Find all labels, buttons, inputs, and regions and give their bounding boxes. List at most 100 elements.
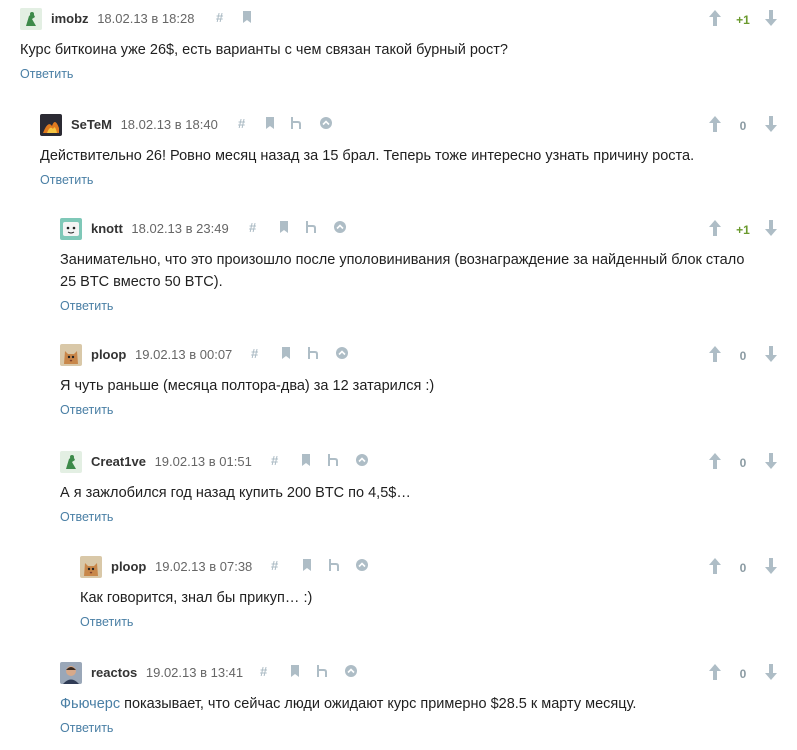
upvote-arrow-icon[interactable] [708, 115, 722, 133]
downvote-arrow-icon[interactable] [764, 115, 778, 133]
downvote-arrow-icon[interactable] [764, 557, 778, 575]
bookmark-icon[interactable] [290, 664, 300, 678]
hash-icon[interactable]: # [249, 220, 256, 236]
avatar[interactable] [60, 451, 82, 473]
reply-link[interactable]: Ответить [60, 403, 797, 417]
reply-link[interactable]: Ответить [60, 510, 797, 524]
avatar[interactable] [60, 662, 82, 684]
comment-text: Фьючерс показывает, что сейчас люди ожид… [60, 693, 797, 715]
comment-score: 0 [739, 667, 747, 681]
avatar[interactable] [60, 218, 82, 240]
comment-text: Занимательно, что это произошло после уп… [60, 252, 745, 290]
parent-comment-icon[interactable] [327, 453, 339, 467]
avatar[interactable] [40, 114, 62, 136]
expand-branch-icon[interactable] [344, 664, 358, 678]
hash-icon[interactable]: # [251, 346, 258, 362]
timestamp[interactable]: 19.02.13 в 07:38 [155, 559, 252, 574]
vote-controls: +1 [708, 9, 778, 29]
comment-text: Как говорится, знал бы прикуп… :) [80, 590, 313, 606]
expand-branch-icon[interactable] [335, 346, 349, 360]
vote-controls: 0 [708, 557, 778, 577]
comment-meta: reactos 19.02.13 в 13:41 # 0 [60, 661, 797, 685]
username[interactable]: imobz [51, 11, 89, 26]
reply-link[interactable]: Ответить [40, 173, 797, 187]
comment-meta: Creat1ve 19.02.13 в 01:51 # 0 [60, 450, 797, 474]
expand-branch-icon[interactable] [355, 558, 369, 572]
bookmark-icon[interactable] [302, 558, 312, 572]
comment-user-line: ploop 19.02.13 в 00:07 [91, 347, 232, 362]
hash-icon[interactable]: # [271, 453, 278, 469]
username[interactable]: Creat1ve [91, 454, 146, 469]
downvote-arrow-icon[interactable] [764, 9, 778, 27]
bookmark-icon[interactable] [301, 453, 311, 467]
vote-controls: +1 [708, 219, 778, 239]
comment-user-line: SeTeM 18.02.13 в 18:40 [71, 117, 218, 132]
comment-text: А я зажлобился год назад купить 200 BTC … [60, 485, 411, 501]
timestamp[interactable]: 19.02.13 в 00:07 [135, 347, 232, 362]
vote-controls: 0 [708, 663, 778, 683]
hash-icon[interactable]: # [216, 10, 223, 26]
upvote-arrow-icon[interactable] [708, 452, 722, 470]
username[interactable]: ploop [91, 347, 126, 362]
comment-user-line: imobz 18.02.13 в 18:28 [51, 11, 194, 26]
parent-comment-icon[interactable] [305, 220, 317, 234]
futures-link[interactable]: Фьючерс [60, 696, 120, 712]
username[interactable]: reactos [91, 665, 137, 680]
avatar[interactable] [20, 8, 42, 30]
downvote-arrow-icon[interactable] [764, 219, 778, 237]
reply-link[interactable]: Ответить [20, 67, 797, 81]
upvote-arrow-icon[interactable] [708, 9, 722, 27]
comment: ploop 19.02.13 в 07:38 # 0 Как говорится… [80, 555, 797, 629]
comment-score: 0 [739, 456, 747, 470]
comment-meta: knott 18.02.13 в 23:49 # +1 [60, 217, 797, 241]
timestamp[interactable]: 18.02.13 в 18:28 [97, 11, 194, 26]
timestamp[interactable]: 18.02.13 в 18:40 [121, 117, 218, 132]
comment: knott 18.02.13 в 23:49 # +1 Занимательно… [60, 217, 797, 313]
comment-meta: SeTeM 18.02.13 в 18:40 # 0 [40, 113, 797, 137]
timestamp[interactable]: 19.02.13 в 01:51 [155, 454, 252, 469]
timestamp[interactable]: 19.02.13 в 13:41 [146, 665, 243, 680]
bookmark-icon[interactable] [265, 116, 275, 130]
comment: SeTeM 18.02.13 в 18:40 # 0 Действительно… [40, 113, 797, 187]
hash-icon[interactable]: # [260, 664, 267, 680]
comment: Creat1ve 19.02.13 в 01:51 # 0 А я зажлоб… [60, 450, 797, 524]
downvote-arrow-icon[interactable] [764, 452, 778, 470]
upvote-arrow-icon[interactable] [708, 663, 722, 681]
downvote-arrow-icon[interactable] [764, 663, 778, 681]
comment-score: 0 [739, 119, 747, 133]
parent-comment-icon[interactable] [290, 116, 302, 130]
comment: reactos 19.02.13 в 13:41 # 0 Фьючерс пок… [60, 661, 797, 735]
username[interactable]: SeTeM [71, 117, 112, 132]
comment-user-line: knott 18.02.13 в 23:49 [91, 221, 229, 236]
vote-controls: 0 [708, 452, 778, 472]
downvote-arrow-icon[interactable] [764, 345, 778, 363]
reply-link[interactable]: Ответить [60, 721, 797, 735]
upvote-arrow-icon[interactable] [708, 219, 722, 237]
timestamp[interactable]: 18.02.13 в 23:49 [131, 221, 228, 236]
avatar[interactable] [60, 344, 82, 366]
hash-icon[interactable]: # [271, 558, 278, 574]
bookmark-icon[interactable] [281, 346, 291, 360]
comment-score: +1 [736, 13, 750, 27]
upvote-arrow-icon[interactable] [708, 557, 722, 575]
hash-icon[interactable]: # [238, 116, 245, 132]
parent-comment-icon[interactable] [307, 346, 319, 360]
reply-link[interactable]: Ответить [60, 299, 797, 313]
bookmark-icon[interactable] [279, 220, 289, 234]
reply-link[interactable]: Ответить [80, 615, 797, 629]
expand-branch-icon[interactable] [319, 116, 333, 130]
expand-branch-icon[interactable] [355, 453, 369, 467]
parent-comment-icon[interactable] [328, 558, 340, 572]
comment-meta: ploop 19.02.13 в 00:07 # 0 [60, 343, 797, 367]
comment-meta: ploop 19.02.13 в 07:38 # 0 [80, 555, 797, 579]
upvote-arrow-icon[interactable] [708, 345, 722, 363]
expand-branch-icon[interactable] [333, 220, 347, 234]
avatar[interactable] [80, 556, 102, 578]
parent-comment-icon[interactable] [316, 664, 328, 678]
vote-controls: 0 [708, 345, 778, 365]
username[interactable]: ploop [111, 559, 146, 574]
username[interactable]: knott [91, 221, 123, 236]
bookmark-icon[interactable] [242, 10, 252, 24]
comment-text: Я чуть раньше (месяца полтора-два) за 12… [60, 378, 435, 394]
comment-user-line: ploop 19.02.13 в 07:38 [111, 559, 252, 574]
